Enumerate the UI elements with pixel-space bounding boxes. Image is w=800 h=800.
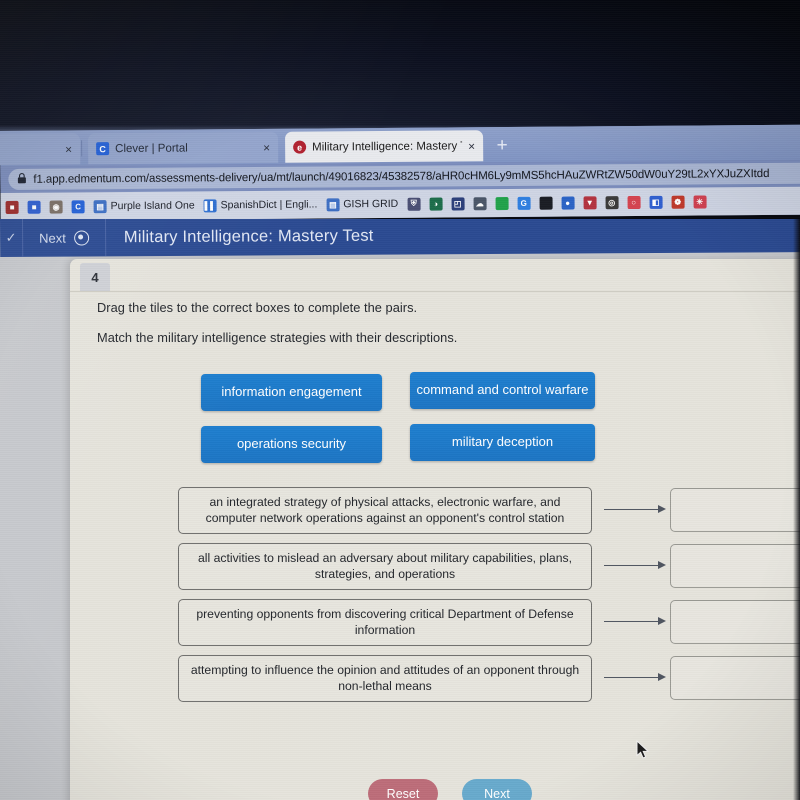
bookmark-g-circle-icon[interactable]: G: [517, 196, 531, 210]
browser-tab-clever[interactable]: C Clever | Portal ×: [88, 131, 279, 165]
tab-divider: [81, 140, 83, 157]
drop-target[interactable]: [670, 656, 800, 700]
bookmark-globe-icon: ◑: [429, 197, 443, 211]
tab-close-icon[interactable]: ×: [65, 142, 72, 156]
card-footer: Reset Next: [70, 779, 800, 800]
address-bar[interactable]: f1.app.edmentum.com/assessments-delivery…: [8, 162, 800, 190]
bookmark-g-circle-icon: G: [517, 196, 531, 210]
bookmark-label: Purple Island One: [110, 199, 195, 213]
drop-target[interactable]: [670, 600, 800, 644]
drop-target[interactable]: [670, 488, 800, 532]
address-bar-url: f1.app.edmentum.com/assessments-delivery…: [33, 167, 770, 186]
bookmark-gish-grid[interactable]: ▤ GISH GRID: [326, 197, 398, 211]
bookmark-label: SpanishDict | Engli...: [220, 198, 318, 212]
bookmark-red-shield-icon[interactable]: ▼: [583, 195, 597, 209]
bookmark-icon-3[interactable]: ◉: [49, 200, 63, 214]
bookmark-icon-clever: C: [71, 199, 85, 213]
bookmark-shield-icon[interactable]: ⛨: [407, 197, 421, 211]
answer-tile-military-deception[interactable]: military deception: [410, 424, 595, 461]
description-box: all activities to mislead an adversary a…: [178, 543, 592, 590]
answer-tile-operations-security[interactable]: operations security: [201, 426, 382, 463]
bookmark-purple-island-one: ▤: [93, 199, 107, 213]
browser-tab-mastery-test[interactable]: e Military Intelligence: Mastery Tes ×: [285, 130, 484, 163]
question-card: 4 Drag the tiles to the correct boxes to…: [70, 259, 800, 800]
bookmark-spanishdict: ▌▌: [203, 198, 217, 212]
lock-icon: [17, 172, 26, 186]
bookmark-pinwheel-icon: ❁: [671, 195, 685, 209]
description-box: an integrated strategy of physical attac…: [178, 487, 592, 534]
bookmark-icon-2[interactable]: ■: [27, 200, 41, 214]
next-button[interactable]: Next: [462, 779, 532, 800]
bookmark-blue-tile-icon[interactable]: ●: [561, 195, 575, 210]
bookmark-purple-island-one[interactable]: ▤ Purple Island One: [93, 199, 195, 213]
bookmark-red-ring-icon: ○: [627, 195, 641, 209]
bookmark-blocks-icon: ◰: [451, 196, 465, 210]
bookmark-red-shield-icon: ▼: [583, 195, 597, 209]
bookmarks-bar: ■ ■ ◉ C ▤ Purple Island One ▌▌ SpanishDict | En…: [0, 186, 800, 221]
monitor-bezel: [0, 0, 800, 133]
bookmark-red-ring-icon[interactable]: ○: [627, 195, 641, 209]
tab-close-icon[interactable]: ×: [263, 140, 270, 154]
bookmark-label: GISH GRID: [343, 197, 399, 211]
question-prompt: Match the military intelligence strategi…: [97, 330, 458, 345]
edmentum-icon: e: [293, 140, 307, 154]
bookmark-asterisk-icon: ✳: [693, 194, 707, 209]
bookmark-blocks-icon[interactable]: ◰: [451, 196, 465, 210]
header-next-button[interactable]: Next: [21, 219, 106, 257]
question-instruction: Drag the tiles to the correct boxes to c…: [97, 300, 418, 315]
browser-chrome: oom × C Clever | Portal × e Military Int…: [0, 124, 800, 221]
browser-tab-title: Military Intelligence: Mastery Tes: [312, 139, 463, 154]
drop-target[interactable]: [670, 544, 800, 588]
browser-tab-title: oom: [0, 143, 59, 156]
bookmark-globe-icon[interactable]: ◑: [429, 197, 443, 211]
bookmark-blue-tile-icon: ●: [561, 195, 575, 210]
answer-tile-command-and-control-warfare[interactable]: command and control warfare: [410, 372, 595, 409]
arrow-right-icon: [604, 617, 666, 625]
bookmark-flag-icon: ◧: [649, 195, 663, 209]
bookmark-icon-3: ◉: [49, 200, 63, 214]
bookmark-icon-1: ■: [5, 200, 19, 214]
bookmark-gish-grid: ▤: [326, 197, 340, 211]
bookmark-spiral-icon[interactable]: ◎: [605, 195, 619, 209]
reset-button[interactable]: Reset: [368, 779, 438, 800]
check-icon: ✓: [5, 229, 17, 245]
bookmark-dark-square-icon[interactable]: [539, 196, 553, 210]
bookmark-asterisk-icon[interactable]: ✳: [693, 194, 707, 209]
bookmark-cloud-icon[interactable]: ☁: [473, 196, 487, 210]
page-title: Military Intelligence: Mastery Test: [123, 226, 374, 246]
bookmark-dark-square-icon: [539, 196, 553, 210]
clever-icon: C: [96, 142, 110, 156]
screen-photo: oom × C Clever | Portal × e Military Int…: [0, 0, 800, 800]
arrow-right-icon: [604, 673, 666, 681]
next-circle-icon: [73, 229, 89, 246]
bookmark-spiral-icon: ◎: [605, 195, 619, 209]
header-next-label: Next: [39, 230, 66, 246]
browser-tab-title: Clever | Portal: [115, 142, 188, 155]
bookmark-green-circle-icon: [495, 196, 509, 210]
description-box: attempting to influence the opinion and …: [178, 655, 592, 702]
bookmark-spanishdict[interactable]: ▌▌ SpanishDict | Engli...: [203, 198, 318, 212]
bookmark-pinwheel-icon[interactable]: ❁: [671, 195, 685, 209]
answer-tile-information-engagement[interactable]: information engagement: [201, 374, 382, 411]
description-box: preventing opponents from discovering cr…: [178, 599, 592, 646]
bookmark-shield-icon: ⛨: [407, 197, 421, 211]
bookmark-icon-1[interactable]: ■: [5, 200, 19, 214]
question-number-badge: 4: [80, 263, 110, 291]
bookmark-cloud-icon: ☁: [473, 196, 487, 210]
bookmark-flag-icon[interactable]: ◧: [649, 195, 663, 209]
assessment-header: ✓ Next Military Intelligence: Mastery Te…: [0, 219, 800, 257]
arrow-right-icon: [604, 561, 666, 569]
bookmark-icon-clever[interactable]: C: [71, 199, 85, 213]
assessment-page: ✓ Next Military Intelligence: Mastery Te…: [0, 219, 800, 800]
new-tab-button[interactable]: +: [492, 135, 512, 156]
arrow-right-icon: [604, 505, 666, 513]
tab-close-icon[interactable]: ×: [468, 139, 475, 153]
browser-tab-zoom[interactable]: oom ×: [0, 133, 81, 166]
card-divider: [70, 291, 800, 292]
bookmark-green-circle-icon[interactable]: [495, 196, 509, 210]
bookmark-icon-2: ■: [27, 200, 41, 214]
